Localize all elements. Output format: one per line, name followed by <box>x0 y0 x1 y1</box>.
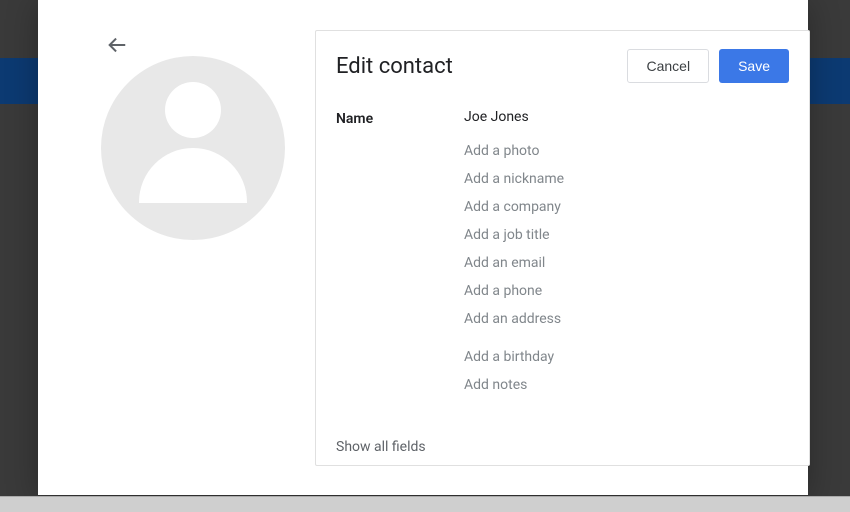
cancel-button[interactable]: Cancel <box>627 49 709 83</box>
add-photo-link[interactable]: Add a photo <box>464 137 789 165</box>
back-arrow-button[interactable] <box>106 34 128 60</box>
name-label: Name <box>336 109 464 127</box>
add-nickname-link[interactable]: Add a nickname <box>464 165 789 193</box>
edit-contact-modal: Edit contact Cancel Save Name Joe Jones … <box>38 0 808 495</box>
bottom-bar <box>0 496 850 512</box>
name-value[interactable]: Joe Jones <box>464 109 789 137</box>
avatar-body-icon <box>139 148 247 203</box>
add-company-link[interactable]: Add a company <box>464 193 789 221</box>
add-notes-link[interactable]: Add notes <box>464 371 789 393</box>
edit-panel: Edit contact Cancel Save Name Joe Jones … <box>315 30 810 466</box>
form-row-name: Name Joe Jones Add a photo Add a nicknam… <box>336 109 789 393</box>
header-buttons: Cancel Save <box>627 49 789 83</box>
panel-title: Edit contact <box>336 54 453 79</box>
avatar-head-icon <box>165 82 221 138</box>
add-address-link[interactable]: Add an address <box>464 305 789 333</box>
contact-avatar-placeholder[interactable] <box>101 56 285 240</box>
add-email-link[interactable]: Add an email <box>464 249 789 277</box>
save-button[interactable]: Save <box>719 49 789 83</box>
value-column: Joe Jones Add a photo Add a nickname Add… <box>464 109 789 393</box>
form-body: Name Joe Jones Add a photo Add a nicknam… <box>316 93 809 393</box>
panel-header: Edit contact Cancel Save <box>316 31 809 93</box>
show-all-fields-link[interactable]: Show all fields <box>336 439 426 455</box>
add-birthday-link[interactable]: Add a birthday <box>464 343 789 371</box>
arrow-left-icon <box>106 34 128 56</box>
add-jobtitle-link[interactable]: Add a job title <box>464 221 789 249</box>
add-phone-link[interactable]: Add a phone <box>464 277 789 305</box>
